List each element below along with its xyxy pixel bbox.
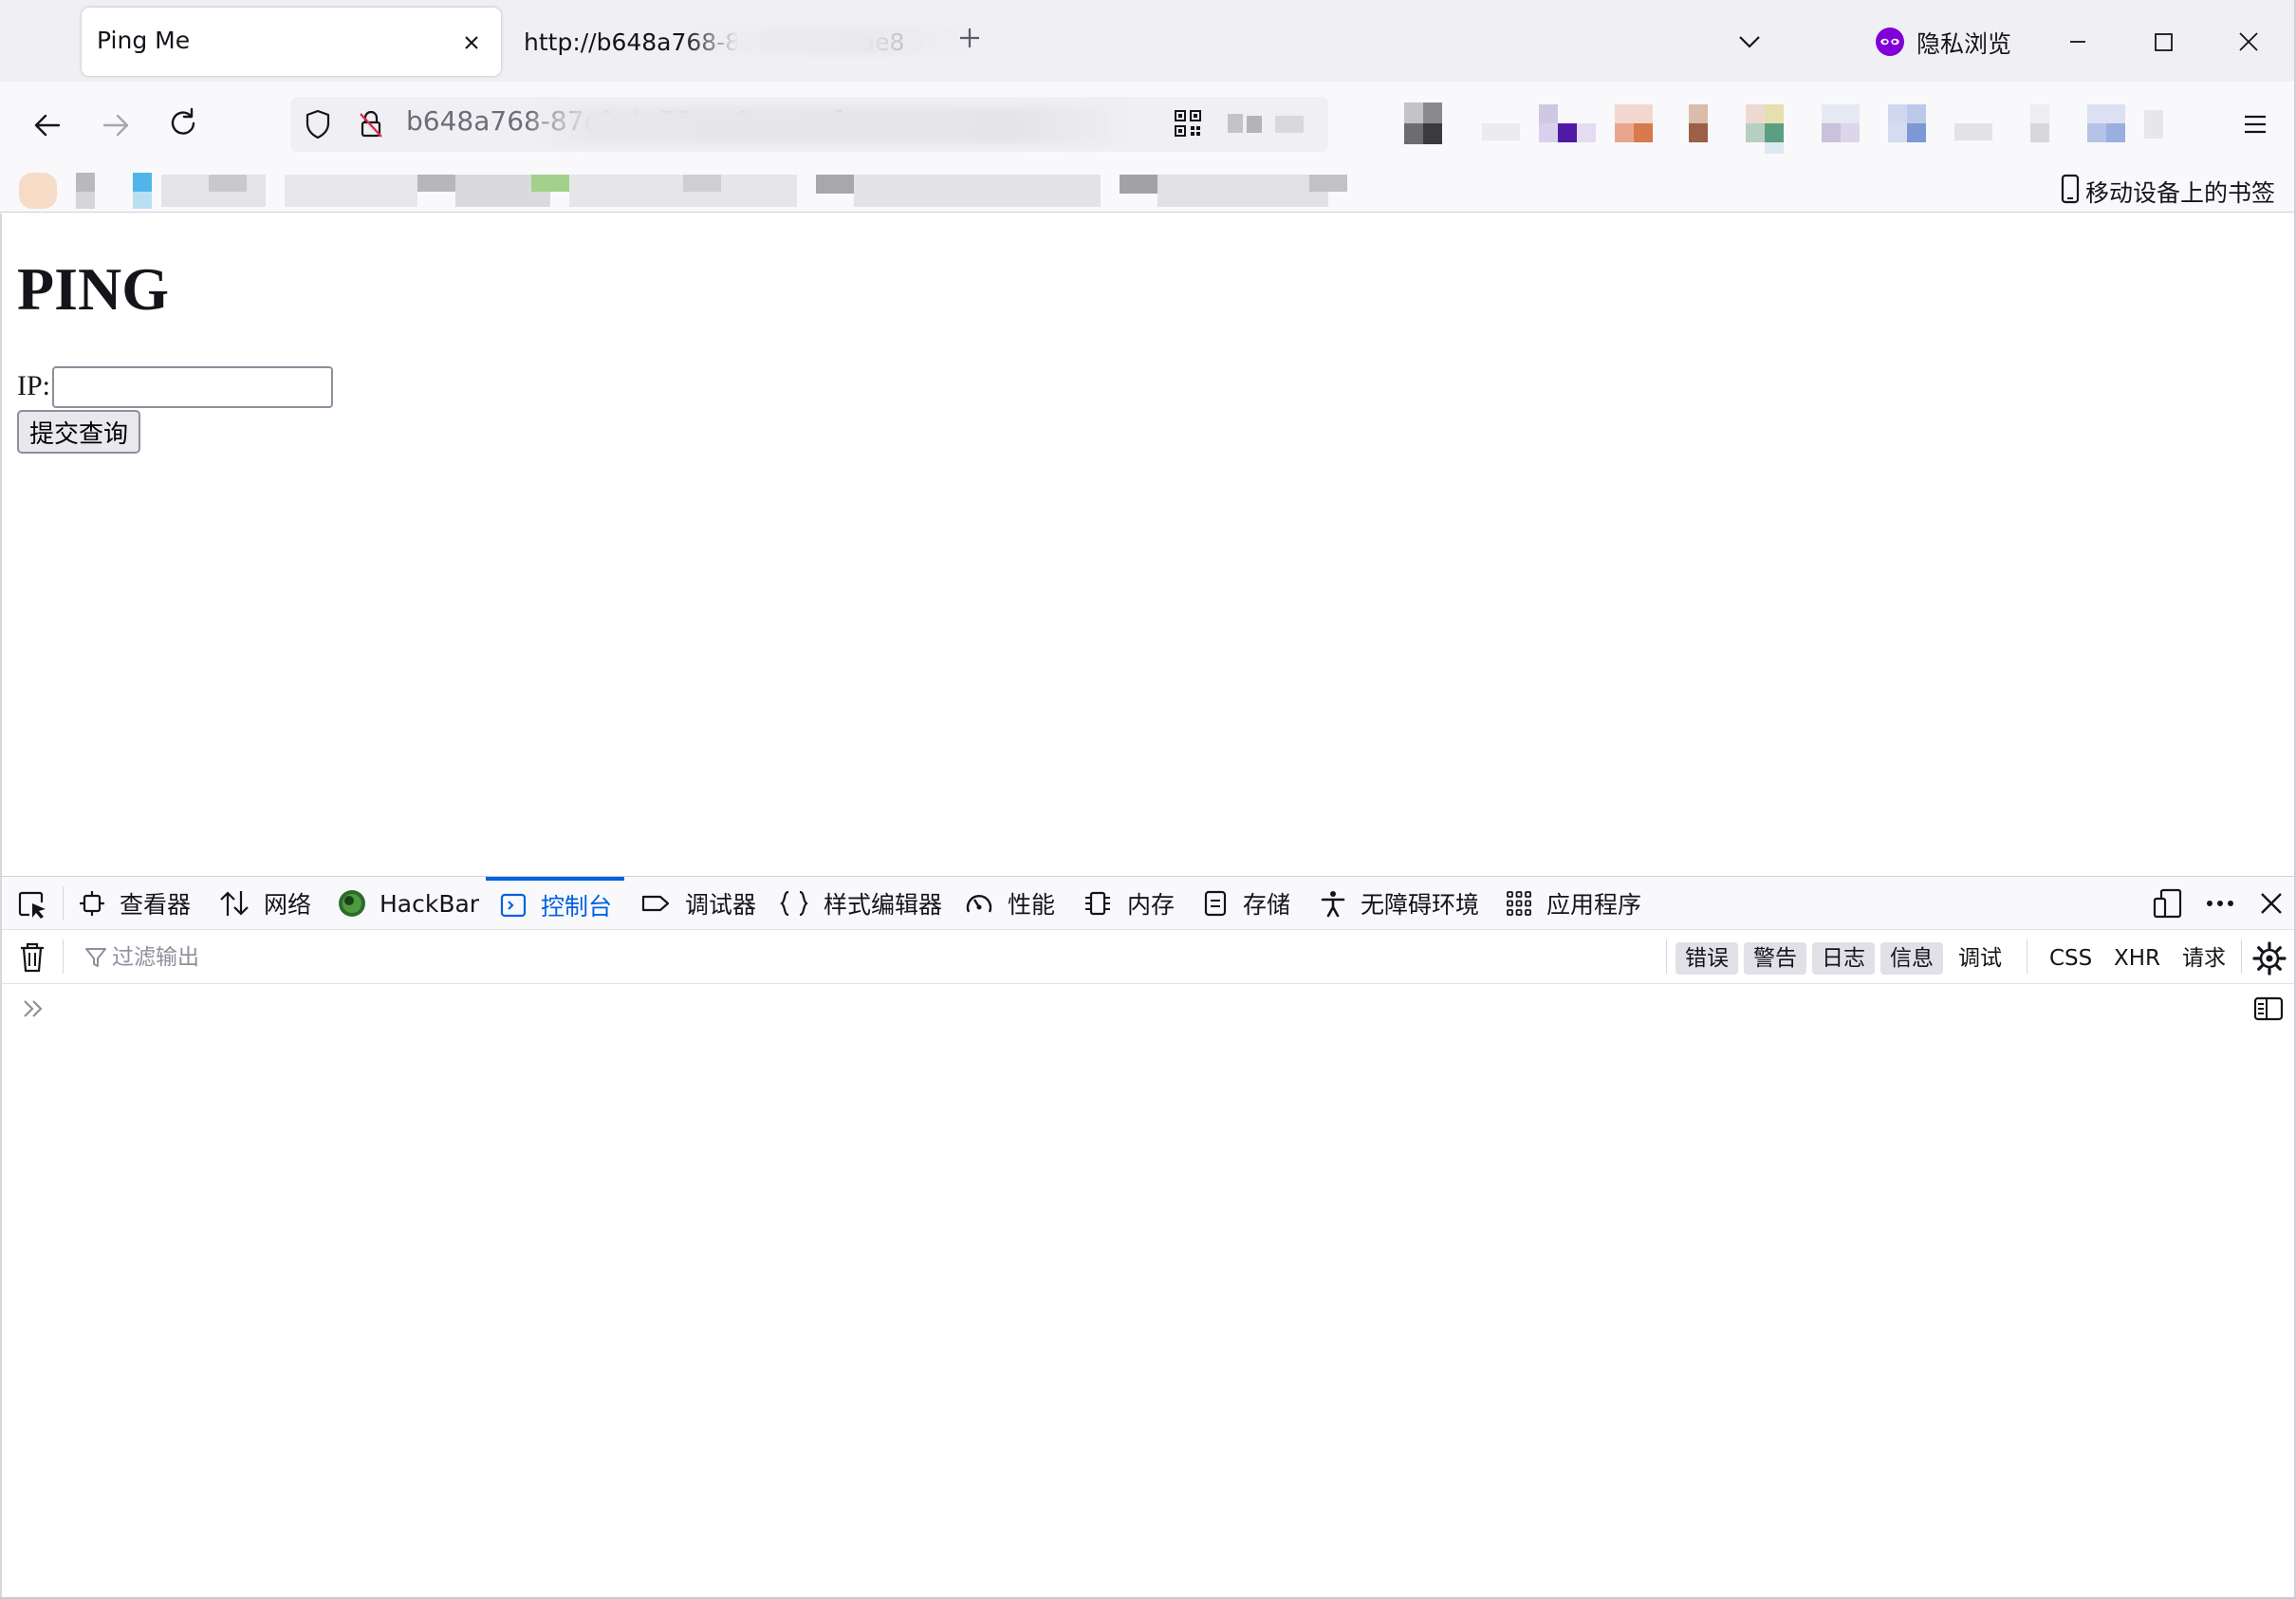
tab-label: 存储 [1243, 891, 1291, 919]
tab-label: 性能 [1008, 891, 1056, 919]
private-browsing-label: 隐私浏览 [1916, 30, 2012, 58]
ip-label: IP: [17, 370, 51, 401]
divider [63, 886, 64, 920]
plus-icon[interactable] [953, 21, 987, 55]
reload-icon[interactable] [163, 102, 205, 144]
braces-icon [780, 890, 808, 917]
blur-redaction [683, 27, 987, 55]
maximize-icon[interactable] [2140, 19, 2186, 65]
close-icon[interactable] [2226, 19, 2271, 65]
accessibility-icon [1321, 891, 1345, 918]
tab-label: 调试器 [685, 891, 757, 919]
tab-console[interactable]: 控制台 [486, 877, 624, 930]
tab-memory[interactable]: 内存 [1082, 877, 1175, 930]
tab-label: 无障碍环境 [1361, 891, 1480, 919]
filter-requests[interactable]: 请求 [2173, 942, 2235, 975]
frame-border [0, 877, 2, 1599]
tab-label: HackBar [380, 889, 480, 918]
arrow-left-icon[interactable] [27, 104, 68, 146]
trash-icon[interactable] [15, 939, 49, 976]
blur-redaction [531, 106, 1139, 144]
tab-inspector[interactable]: 查看器 [78, 877, 191, 930]
divider [63, 939, 64, 974]
memory-icon [1085, 891, 1110, 916]
tab-label: 查看器 [120, 891, 192, 919]
tab-hackbar[interactable]: HackBar [338, 877, 479, 930]
filter-debug[interactable]: 调试 [1949, 942, 2011, 975]
tab-application[interactable]: 应用程序 [1505, 877, 1641, 930]
storage-icon [1204, 890, 1227, 917]
page-title: PING [17, 255, 169, 323]
tab-label: 样式编辑器 [824, 891, 943, 919]
divider [2241, 939, 2242, 974]
debugger-icon [641, 895, 670, 912]
qr-code-icon[interactable] [1171, 106, 1205, 140]
grid-icon [1507, 891, 1531, 916]
mobile-bookmarks-label: 移动设备上的书签 [2085, 179, 2276, 207]
inspector-icon [80, 891, 104, 916]
hamburger-icon[interactable] [2231, 101, 2279, 148]
arrow-right-icon[interactable] [95, 104, 137, 146]
console-icon [500, 893, 527, 918]
filter-info[interactable]: 信息 [1880, 942, 1943, 975]
filter-warnings[interactable]: 警告 [1744, 942, 1806, 975]
tab-debugger[interactable]: 调试器 [639, 877, 756, 930]
tab-style-editor[interactable]: 样式编辑器 [778, 877, 942, 930]
mobile-bookmarks[interactable]: 移动设备上的书签 [2057, 171, 2285, 207]
tab-label: 网络 [264, 891, 312, 919]
tab-accessibility[interactable]: 无障碍环境 [1319, 877, 1479, 930]
filter-icon [85, 948, 106, 967]
element-picker-icon[interactable] [13, 886, 51, 924]
tab-label: 内存 [1127, 891, 1176, 919]
sidebar-toggle-icon[interactable] [2252, 995, 2285, 1023]
gear-icon[interactable] [2250, 939, 2288, 977]
hackbar-icon [339, 890, 365, 917]
tab-title: Ping Me [97, 27, 191, 54]
tab-network[interactable]: 网络 [218, 877, 311, 930]
chevron-down-icon[interactable] [1731, 25, 1768, 59]
minimize-icon[interactable] [2055, 19, 2101, 65]
responsive-design-icon[interactable] [2152, 886, 2186, 920]
shield-icon[interactable] [300, 106, 336, 142]
extension-icons-blurred [1404, 102, 2163, 154]
filter-css[interactable]: CSS [2040, 942, 2102, 975]
divider [1666, 939, 1667, 974]
console-input[interactable] [57, 991, 2239, 1025]
more-options-icon[interactable] [2201, 886, 2239, 920]
chevron-double-right-icon [24, 1000, 43, 1017]
close-icon[interactable] [457, 28, 486, 57]
gauge-icon [966, 895, 992, 913]
tab-storage[interactable]: 存储 [1201, 877, 1290, 930]
tab-label: 应用程序 [1546, 891, 1642, 919]
tab-performance[interactable]: 性能 [964, 877, 1055, 930]
insecure-lock-icon[interactable] [353, 106, 389, 142]
devtools-panel [0, 876, 2296, 1599]
phone-icon [2061, 174, 2080, 204]
network-arrows-icon [220, 891, 249, 916]
ip-input[interactable] [52, 366, 333, 408]
url-actions-blurred [1228, 114, 1304, 133]
page-content [0, 214, 2296, 876]
submit-query-button[interactable]: 提交查询 [17, 410, 140, 454]
filter-output-input[interactable] [110, 941, 1059, 974]
filter-xhr[interactable]: XHR [2104, 942, 2170, 975]
mask-icon [1876, 28, 1904, 56]
filter-logs[interactable]: 日志 [1812, 942, 1875, 975]
close-icon[interactable] [2252, 884, 2290, 922]
filter-errors[interactable]: 错误 [1676, 942, 1738, 975]
divider [2027, 939, 2028, 974]
tab-label: 控制台 [541, 893, 613, 920]
tab-ping-me[interactable]: Ping Me [82, 8, 501, 76]
bookmark-items-blurred [19, 173, 1347, 209]
